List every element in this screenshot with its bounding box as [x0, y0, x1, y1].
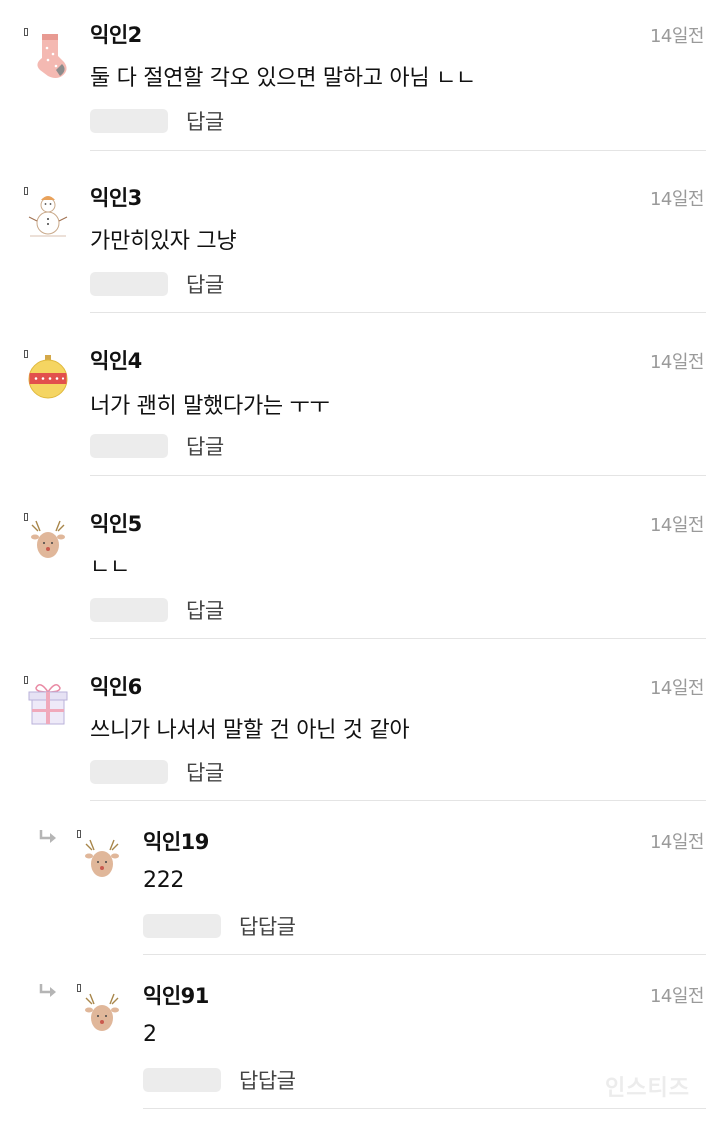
- ornament-icon: [26, 352, 70, 402]
- comment-item: 익인3 14일전 가만히있자 그냥 답글: [0, 163, 720, 315]
- reply-button[interactable]: 답글: [186, 757, 224, 787]
- reply-button[interactable]: 답글: [186, 431, 224, 461]
- nested-reply-button[interactable]: 답답글: [239, 1065, 296, 1095]
- comment-item: 익인4 14일전 너가 괜히 말했다가는 ㅜㅜ 답글: [0, 326, 720, 478]
- comment-action-placeholder: [90, 434, 168, 458]
- comment-time: 14일전: [649, 515, 705, 536]
- gift-box-icon: [26, 680, 70, 730]
- reply-button[interactable]: 답글: [186, 595, 224, 625]
- comment-nickname: 익인3: [90, 186, 142, 210]
- divider: [90, 475, 706, 476]
- reindeer-icon: [80, 990, 124, 1040]
- comment-item: 익인6 14일전 쓰니가 나서서 말할 건 아닌 것 같아 답글: [0, 652, 720, 804]
- comment-text: 가만히있자 그냥: [90, 229, 237, 254]
- comment-nickname: 익인2: [90, 23, 142, 47]
- comment-action-placeholder: [90, 109, 168, 133]
- site-watermark: 인스티즈: [605, 1076, 690, 1101]
- divider: [90, 800, 706, 801]
- reply-text: 222: [143, 868, 185, 893]
- reply-time: 14일전: [649, 832, 705, 853]
- reply-action-placeholder: [143, 1068, 221, 1092]
- divider: [90, 312, 706, 313]
- nested-reply-button[interactable]: 답답글: [239, 911, 296, 941]
- comment-time: 14일전: [649, 352, 705, 373]
- comment-action-placeholder: [90, 760, 168, 784]
- comment-time: 14일전: [649, 189, 705, 210]
- comment-action-placeholder: [90, 272, 168, 296]
- comment-time: 14일전: [649, 26, 705, 47]
- divider: [143, 1108, 706, 1109]
- reply-action-placeholder: [143, 914, 221, 938]
- comment-text: 쓰니가 나서서 말할 건 아닌 것 같아: [90, 718, 410, 743]
- reply-nickname: 익인19: [143, 830, 209, 854]
- divider: [90, 638, 706, 639]
- comment-nickname: 익인6: [90, 675, 142, 699]
- reply-arrow-icon: [38, 828, 58, 846]
- reindeer-icon: [26, 517, 70, 567]
- comment-text: ㄴㄴ: [90, 555, 130, 580]
- comment-item: 익인5 14일전 ㄴㄴ 답글: [0, 489, 720, 641]
- comment-item: 익인2 14일전 둘 다 절연할 각오 있으면 말하고 아님 ㄴㄴ 답글: [0, 0, 720, 152]
- comment-nickname: 익인5: [90, 512, 142, 536]
- sock-icon: [28, 30, 72, 80]
- reply-time: 14일전: [649, 986, 705, 1007]
- comment-nickname: 익인4: [90, 349, 142, 373]
- divider: [90, 150, 706, 151]
- reindeer-icon: [80, 836, 124, 886]
- reply-item: 익인19 14일전 222 답답글: [0, 806, 720, 958]
- reply-button[interactable]: 답글: [186, 106, 224, 136]
- divider: [143, 954, 706, 955]
- reply-button[interactable]: 답글: [186, 269, 224, 299]
- comment-text: 둘 다 절연할 각오 있으면 말하고 아님 ㄴㄴ: [90, 66, 476, 91]
- comment-text: 너가 괜히 말했다가는 ㅜㅜ: [90, 394, 330, 419]
- reply-nickname: 익인91: [143, 984, 209, 1008]
- reply-text: 2: [143, 1022, 157, 1047]
- reply-arrow-icon: [38, 982, 58, 1000]
- comment-time: 14일전: [649, 678, 705, 699]
- comment-action-placeholder: [90, 598, 168, 622]
- snowman-icon: [26, 191, 70, 241]
